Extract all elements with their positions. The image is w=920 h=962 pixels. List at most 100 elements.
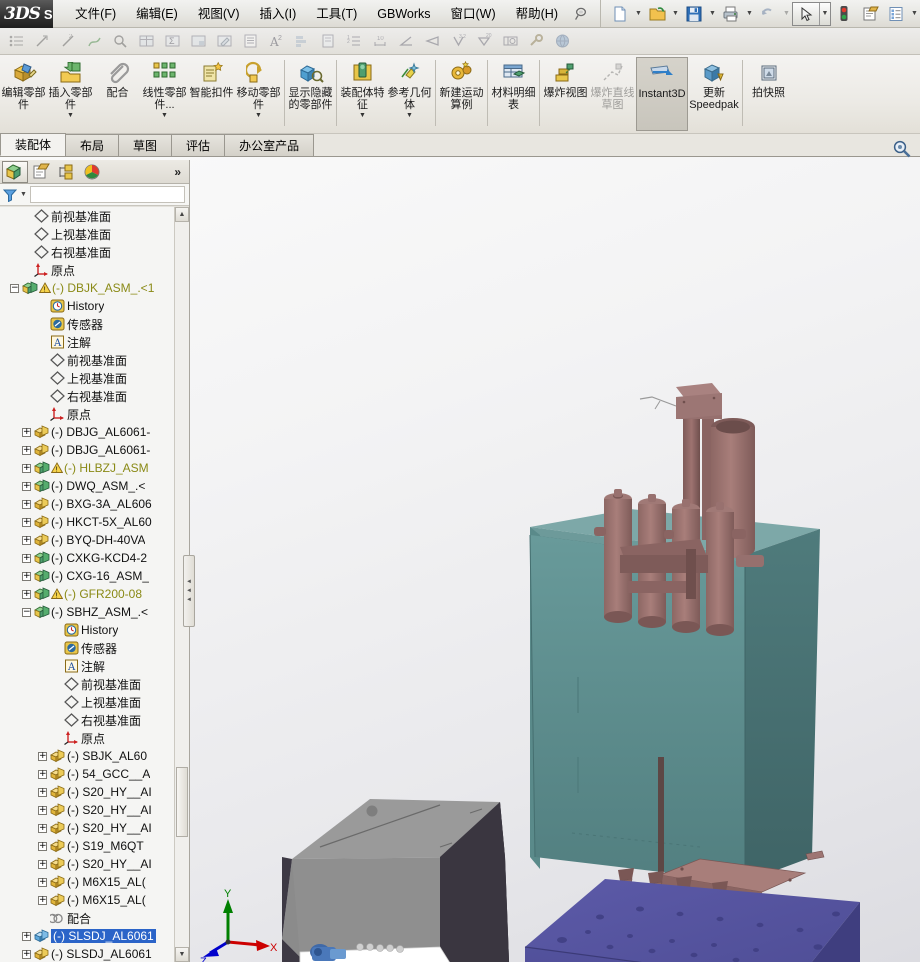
expand-node-button[interactable]: + — [38, 895, 47, 905]
menu-help[interactable]: 帮助(H) — [506, 0, 568, 28]
gb-dimension-icon[interactable]: 10 — [368, 30, 392, 53]
gb-taper-icon[interactable] — [420, 30, 444, 53]
gb-numbering-icon[interactable]: 12 — [342, 30, 366, 53]
cmd-mate[interactable]: 配合 — [94, 57, 141, 131]
feature-tree-node[interactable]: +! (-) HLBZJ_ASM — [0, 459, 189, 477]
feature-tree-node[interactable]: 原点 — [0, 261, 189, 279]
cmd-exploded-view[interactable]: 爆炸视图 — [542, 57, 589, 131]
feature-tree-node[interactable]: − (-) SBHZ_ASM_.< — [0, 603, 189, 621]
expand-node-button[interactable]: + — [38, 805, 47, 815]
feature-tree-node[interactable]: 前视基准面 — [0, 207, 189, 225]
expand-node-button[interactable]: + — [22, 571, 31, 581]
cmd-explode-line-sketch[interactable]: 爆炸直线草图 — [589, 57, 636, 131]
cmd-assembly-features[interactable]: 装配体特征 ▼ — [339, 57, 386, 131]
menu-view[interactable]: 视图(V) — [188, 0, 250, 28]
menu-window[interactable]: 窗口(W) — [441, 0, 506, 28]
new-document-icon[interactable] — [607, 1, 633, 27]
feature-tree-node[interactable]: + (-) S20_HY__AI — [0, 819, 189, 837]
tab-layout[interactable]: 布局 — [65, 134, 120, 156]
feature-tree-node[interactable]: + (-) S19_M6QT — [0, 837, 189, 855]
gb-angle-icon[interactable] — [394, 30, 418, 53]
gb-chamfer-icon[interactable]: 2 — [56, 30, 80, 53]
print-dropdown[interactable]: ▼ — [744, 10, 755, 17]
expand-node-button[interactable]: + — [38, 841, 47, 851]
cmd-show-hidden-components[interactable]: 显示隐藏的零部件 — [287, 57, 334, 131]
feature-tree-node[interactable]: + (-) BYQ-DH-40VA — [0, 531, 189, 549]
expand-node-button[interactable]: + — [22, 931, 31, 941]
zoom-to-area-button[interactable] — [888, 138, 916, 160]
cmd-insert-component[interactable]: 插入零部件 ▼ — [47, 57, 94, 131]
printer-icon[interactable] — [718, 1, 744, 27]
feature-tree-node[interactable]: + (-) 54_GCC__A — [0, 765, 189, 783]
feature-tree-node[interactable]: + (-) DBJG_AL6061- — [0, 441, 189, 459]
gb-sheet-icon[interactable] — [186, 30, 210, 53]
scrollbar-thumb[interactable] — [176, 767, 188, 837]
feature-tree-node[interactable]: 传感器 — [0, 315, 189, 333]
feature-tree-node[interactable]: 上视基准面 — [0, 693, 189, 711]
expand-node-button[interactable]: + — [22, 589, 31, 599]
triangle-down-icon[interactable]: ▼ — [175, 947, 189, 962]
feature-tree-node[interactable]: + (-) SLSDJ_AL6061 — [0, 927, 189, 945]
display-manager-tab[interactable] — [80, 161, 106, 183]
expand-node-button[interactable]: + — [22, 427, 31, 437]
feature-tree-node[interactable]: 前视基准面 — [0, 675, 189, 693]
feature-tree-node[interactable]: + (-) CXKG-KCD4-2 — [0, 549, 189, 567]
expand-node-button[interactable]: + — [38, 823, 47, 833]
select-tool-dropdown[interactable]: ▼ — [819, 2, 830, 25]
feature-tree-node[interactable]: + (-) SLSDJ_AL6061 — [0, 945, 189, 962]
expand-node-button[interactable]: + — [22, 949, 31, 959]
feature-tree-node[interactable]: + (-) S20_HY__AI — [0, 855, 189, 873]
feature-tree-node[interactable]: History — [0, 297, 189, 315]
feature-tree-node[interactable]: + (-) HKCT-5X_AL60 — [0, 513, 189, 531]
expand-node-button[interactable]: + — [22, 445, 31, 455]
feature-tree-node[interactable]: + (-) SBJK_AL60 — [0, 747, 189, 765]
feature-tree-node[interactable]: 右视基准面 — [0, 243, 189, 261]
feature-tree-node[interactable]: +! (-) GFR200-08 — [0, 585, 189, 603]
cmd-reference-geometry[interactable]: 参考几何体 ▼ — [386, 57, 433, 131]
gb-tools-icon[interactable] — [524, 30, 548, 53]
cmd-move-component-dropdown[interactable]: ▼ — [255, 112, 262, 119]
expand-node-button[interactable]: + — [38, 787, 47, 797]
menu-edit[interactable]: 编辑(E) — [126, 0, 188, 28]
feature-tree-node[interactable]: A 注解 — [0, 657, 189, 675]
cmd-insert-component-dropdown[interactable]: ▼ — [67, 112, 74, 119]
expand-node-button[interactable]: + — [22, 553, 31, 563]
tab-sketch[interactable]: 草图 — [118, 134, 173, 156]
tree-tabs-overflow[interactable]: » — [174, 165, 181, 179]
cmd-linear-component-pattern[interactable]: 线性零部件... ▼ — [141, 57, 188, 131]
cursor-arrow-icon[interactable] — [793, 1, 819, 27]
save-dropdown[interactable]: ▼ — [707, 10, 718, 17]
feature-tree-node[interactable]: + (-) S20_HY__AI — [0, 783, 189, 801]
cmd-edit-component[interactable]: 编辑零部件 — [0, 57, 47, 131]
panel-splitter-handle[interactable]: ◄ ◄ ◄ — [183, 555, 195, 627]
expand-node-button[interactable]: + — [38, 769, 47, 779]
feature-tree-node[interactable]: 前视基准面 — [0, 351, 189, 369]
document-properties-icon[interactable] — [857, 1, 883, 27]
gb-datum-icon[interactable] — [498, 30, 522, 53]
gb-list-icon[interactable] — [238, 30, 262, 53]
feature-tree-node[interactable]: + (-) DWQ_ASM_.< — [0, 477, 189, 495]
cmd-move-component[interactable]: 移动零部件 ▼ — [235, 57, 282, 131]
cmd-update-speedpak[interactable]: ! 更新Speedpak — [688, 57, 740, 131]
feature-tree-node[interactable]: 右视基准面 — [0, 387, 189, 405]
select-tool-button[interactable]: ▼ — [792, 1, 831, 27]
feature-tree-node[interactable]: A 注解 — [0, 333, 189, 351]
feature-tree-node[interactable]: 原点 — [0, 729, 189, 747]
feature-tree-node[interactable]: + (-) BXG-3A_AL606 — [0, 495, 189, 513]
cmd-linear-pattern-dropdown[interactable]: ▼ — [161, 112, 168, 119]
feature-tree-node[interactable]: History — [0, 621, 189, 639]
feature-tree-node[interactable]: + (-) M6X15_AL( — [0, 873, 189, 891]
open-document-dropdown[interactable]: ▼ — [670, 10, 681, 17]
new-document-dropdown[interactable]: ▼ — [633, 10, 644, 17]
feature-tree-node[interactable]: + (-) DBJG_AL6061- — [0, 423, 189, 441]
feature-tree-node[interactable]: + (-) CXG-16_ASM_ — [0, 567, 189, 585]
expand-node-button[interactable]: + — [22, 535, 31, 545]
feature-tree-node[interactable]: 配合 — [0, 909, 189, 927]
gb-text-icon[interactable]: A2 — [264, 30, 288, 53]
cmd-instant3d[interactable]: Instant3D — [636, 57, 688, 131]
menu-tools[interactable]: 工具(T) — [306, 0, 367, 28]
save-floppy-icon[interactable] — [681, 1, 707, 27]
undo-dropdown[interactable]: ▼ — [781, 10, 792, 17]
feature-tree-scroll[interactable]: 前视基准面 上视基准面 右视基准面 原点 −! (-) DBJK_ASM_.<1 Histo… — [0, 207, 189, 962]
gb-balloon-icon[interactable] — [290, 30, 314, 53]
